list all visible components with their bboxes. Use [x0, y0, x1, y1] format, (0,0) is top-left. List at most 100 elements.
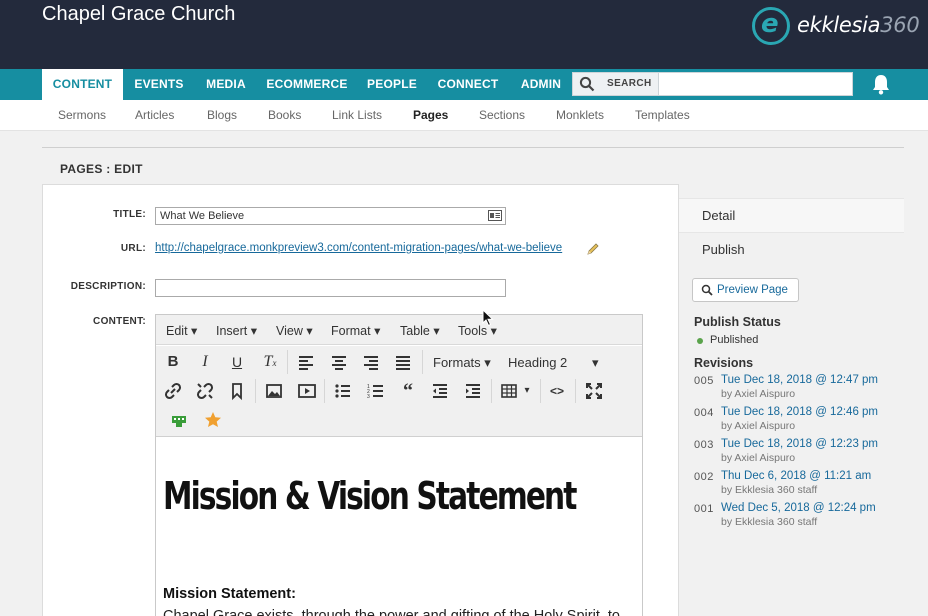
source-code-icon[interactable]: <>	[546, 380, 568, 402]
bell-icon[interactable]	[870, 73, 892, 95]
subnav-blogs[interactable]: Blogs	[207, 108, 237, 122]
bookmark-icon[interactable]	[226, 380, 248, 402]
title-value: What We Believe	[160, 210, 245, 222]
revision-number: 003	[694, 439, 714, 451]
nav-tab-events[interactable]: EVENTS	[128, 69, 190, 100]
mouse-cursor-icon	[482, 309, 494, 327]
subnav-articles[interactable]: Articles	[135, 108, 174, 122]
link-icon[interactable]	[162, 380, 184, 402]
blockquote-icon[interactable]: “	[397, 380, 419, 402]
italic-icon[interactable]: I	[194, 351, 216, 373]
title-label: TITLE:	[113, 209, 146, 220]
description-field[interactable]	[155, 279, 506, 297]
revision-date-link[interactable]: Thu Dec 6, 2018 @ 11:21 am	[721, 470, 871, 482]
editor-menubar: Edit ▾ Insert ▾ View ▾ Format ▾ Table ▾ …	[156, 315, 642, 345]
publish-status: Published	[710, 334, 759, 346]
nav-tab-admin[interactable]: ADMIN	[514, 69, 568, 100]
mission-text: Chapel Grace exists, through the power a…	[163, 608, 620, 616]
editor-content[interactable]: Mission & Vision Statement Mission State…	[156, 438, 642, 616]
revision-date-link[interactable]: Tue Dec 18, 2018 @ 12:23 pm	[721, 438, 878, 450]
search-input[interactable]	[661, 74, 849, 94]
chevron-down-icon: ▾	[592, 355, 599, 370]
formats-label: Formats	[433, 355, 481, 370]
subnav-pages[interactable]: Pages	[413, 108, 448, 122]
menu-insert[interactable]: Insert ▾	[216, 323, 257, 338]
revision-author: by Ekklesia 360 staff	[721, 516, 818, 528]
search-button[interactable]: SEARCH	[573, 73, 659, 95]
status-dot-icon	[697, 338, 703, 344]
heading-dropdown[interactable]: Heading 2 ▾	[508, 355, 599, 370]
clear-format-icon[interactable]: Tx	[259, 351, 281, 373]
search-label: SEARCH	[607, 78, 652, 89]
bold-icon[interactable]: B	[162, 351, 184, 373]
menu-insert-label: Insert	[216, 324, 248, 338]
url-link[interactable]: http://chapelgrace.monkpreview3.com/cont…	[155, 242, 562, 254]
subnav-books[interactable]: Books	[268, 108, 301, 122]
subnav-sermons[interactable]: Sermons	[58, 108, 106, 122]
fullscreen-icon[interactable]	[583, 380, 605, 402]
rich-text-editor: Edit ▾ Insert ▾ View ▾ Format ▾ Table ▾ …	[155, 314, 643, 616]
preview-page-button[interactable]: Preview Page	[692, 278, 799, 302]
align-center-icon[interactable]	[328, 351, 350, 373]
toolbar-separator	[491, 379, 492, 403]
publish-status-heading: Publish Status	[694, 315, 781, 329]
underline-icon[interactable]: U	[226, 351, 248, 373]
title-field[interactable]: What We Believe	[155, 207, 506, 225]
subnav-sections[interactable]: Sections	[479, 108, 525, 122]
menu-table[interactable]: Table ▾	[400, 323, 440, 338]
svg-text:3: 3	[367, 394, 370, 400]
menu-table-label: Table	[400, 324, 430, 338]
content-heading: Mission & Vision Statement	[163, 474, 577, 518]
nav-tab-media[interactable]: MEDIA	[200, 69, 252, 100]
align-justify-icon[interactable]	[392, 351, 414, 373]
content-label: CONTENT:	[93, 316, 146, 327]
site-title[interactable]: Chapel Grace Church	[42, 3, 235, 26]
menu-format[interactable]: Format ▾	[331, 323, 380, 338]
pencil-icon[interactable]	[586, 242, 600, 256]
revisions-heading: Revisions	[694, 356, 754, 370]
toolbar-separator	[255, 379, 256, 403]
preview-page-label: Preview Page	[717, 284, 788, 296]
numbered-list-icon[interactable]: 123	[365, 380, 387, 402]
media-icon[interactable]	[296, 380, 318, 402]
revision-author: by Axiel Aispuro	[721, 420, 796, 432]
menu-view[interactable]: View ▾	[276, 323, 313, 338]
subnav-templates[interactable]: Templates	[635, 108, 690, 122]
subnav-link-lists[interactable]: Link Lists	[332, 108, 382, 122]
description-label: DESCRIPTION:	[70, 281, 146, 292]
divider	[42, 147, 904, 148]
toolbar-separator	[324, 379, 325, 403]
nav-tab-ecommerce[interactable]: ECOMMERCE	[262, 69, 352, 100]
subnav-monklets[interactable]: Monklets	[556, 108, 604, 122]
plugin-puzzle-icon[interactable]	[168, 410, 190, 432]
table-chevron-icon[interactable]: ▾	[516, 380, 538, 402]
menu-format-label: Format	[331, 324, 371, 338]
outdent-icon[interactable]	[429, 380, 451, 402]
indent-icon[interactable]	[462, 380, 484, 402]
card-icon[interactable]	[488, 210, 502, 221]
logo-e-icon: e	[761, 9, 779, 39]
nav-tab-content[interactable]: CONTENT	[42, 69, 123, 101]
toolbar-separator	[422, 350, 423, 374]
nav-tab-people[interactable]: PEOPLE	[362, 69, 422, 100]
formats-dropdown[interactable]: Formats ▾	[433, 355, 491, 371]
revision-date-link[interactable]: Wed Dec 5, 2018 @ 12:24 pm	[721, 502, 876, 514]
menu-edit[interactable]: Edit ▾	[166, 323, 197, 338]
unlink-icon[interactable]	[194, 380, 216, 402]
star-icon[interactable]	[202, 409, 224, 431]
bullet-list-icon[interactable]	[332, 380, 354, 402]
revision-date-link[interactable]: Tue Dec 18, 2018 @ 12:47 pm	[721, 374, 878, 386]
tab-detail[interactable]: Detail	[679, 198, 904, 233]
menu-edit-label: Edit	[166, 324, 188, 338]
image-icon[interactable]	[263, 380, 285, 402]
align-left-icon[interactable]	[295, 351, 317, 373]
revision-number: 004	[694, 407, 714, 419]
nav-tab-connect[interactable]: CONNECT	[432, 69, 504, 100]
revision-date-link[interactable]: Tue Dec 18, 2018 @ 12:46 pm	[721, 406, 878, 418]
toolbar-separator	[540, 379, 541, 403]
search-icon	[579, 76, 595, 92]
search-box[interactable]: SEARCH	[572, 72, 853, 96]
tab-publish[interactable]: Publish	[679, 233, 904, 268]
brand-number: 360	[880, 13, 920, 37]
align-right-icon[interactable]	[360, 351, 382, 373]
